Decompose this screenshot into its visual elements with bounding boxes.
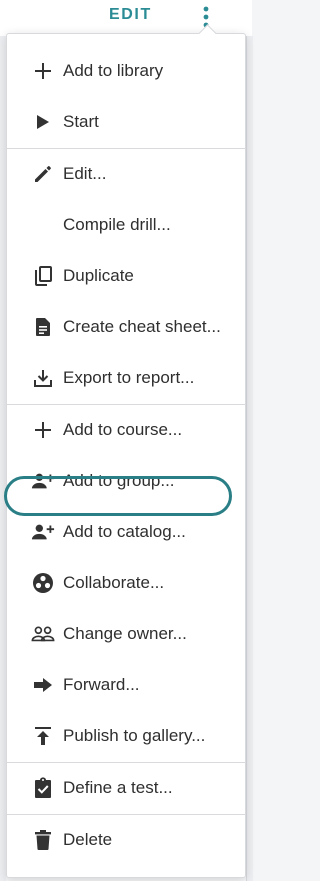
context-menu: Add to library Start Edit... Compile dri… <box>6 33 246 878</box>
menu-item-add-to-catalog[interactable]: Add to catalog... <box>7 507 245 557</box>
menu-item-change-owner[interactable]: Change owner... <box>7 609 245 659</box>
menu-item-compile-drill[interactable]: Compile drill... <box>7 200 245 250</box>
menu-item-forward[interactable]: Forward... <box>7 660 245 710</box>
person-add-icon <box>31 469 55 493</box>
menu-item-add-to-group[interactable]: Add to group... <box>7 456 245 506</box>
edit-button[interactable]: EDIT <box>109 6 152 24</box>
plus-icon <box>31 418 55 442</box>
group-circle-icon <box>31 571 55 595</box>
menu-item-label: Duplicate <box>63 266 134 285</box>
menu-item-add-to-library[interactable]: Add to library <box>7 46 245 96</box>
menu-item-delete[interactable]: Delete <box>7 815 245 865</box>
menu-item-label: Forward... <box>63 675 140 694</box>
menu-item-label: Add to catalog... <box>63 522 186 541</box>
menu-item-label: Compile drill... <box>63 215 171 234</box>
menu-item-duplicate[interactable]: Duplicate <box>7 251 245 301</box>
background-panel-right <box>246 36 253 881</box>
menu-item-define-test[interactable]: Define a test... <box>7 763 245 813</box>
menu-item-label: Start <box>63 112 99 131</box>
menu-item-add-to-course[interactable]: Add to course... <box>7 405 245 455</box>
menu-item-label: Export to report... <box>63 368 195 387</box>
arrow-right-icon <box>31 673 55 697</box>
copy-icon <box>31 264 55 288</box>
pencil-icon <box>31 162 55 186</box>
download-tray-icon <box>31 366 55 390</box>
menu-item-label: Delete <box>63 830 113 849</box>
trash-icon <box>31 828 55 852</box>
person-add-icon <box>31 520 55 544</box>
people-outline-icon <box>31 622 55 646</box>
menu-item-start[interactable]: Start <box>7 97 245 147</box>
menu-item-export-to-report[interactable]: Export to report... <box>7 353 245 403</box>
plus-icon <box>31 59 55 83</box>
menu-item-label: Create cheat sheet... <box>63 317 221 336</box>
menu-item-create-cheat-sheet[interactable]: Create cheat sheet... <box>7 302 245 352</box>
clipboard-check-icon <box>31 776 55 800</box>
play-icon <box>31 110 55 134</box>
menu-item-label: Add to course... <box>63 420 183 439</box>
menu-item-label: Define a test... <box>63 778 173 797</box>
menu-item-label: Edit... <box>63 164 107 183</box>
menu-item-label: Collaborate... <box>63 573 165 592</box>
menu-item-edit[interactable]: Edit... <box>7 149 245 199</box>
menu-item-label: Change owner... <box>63 624 187 643</box>
menu-item-label: Publish to gallery... <box>63 726 206 745</box>
menu-item-collaborate[interactable]: Collaborate... <box>7 558 245 608</box>
menu-item-label: Add to library <box>63 61 164 80</box>
publish-icon <box>31 724 55 748</box>
menu-item-label: Add to group... <box>63 471 175 490</box>
document-icon <box>31 315 55 339</box>
menu-item-publish-to-gallery[interactable]: Publish to gallery... <box>7 711 245 761</box>
